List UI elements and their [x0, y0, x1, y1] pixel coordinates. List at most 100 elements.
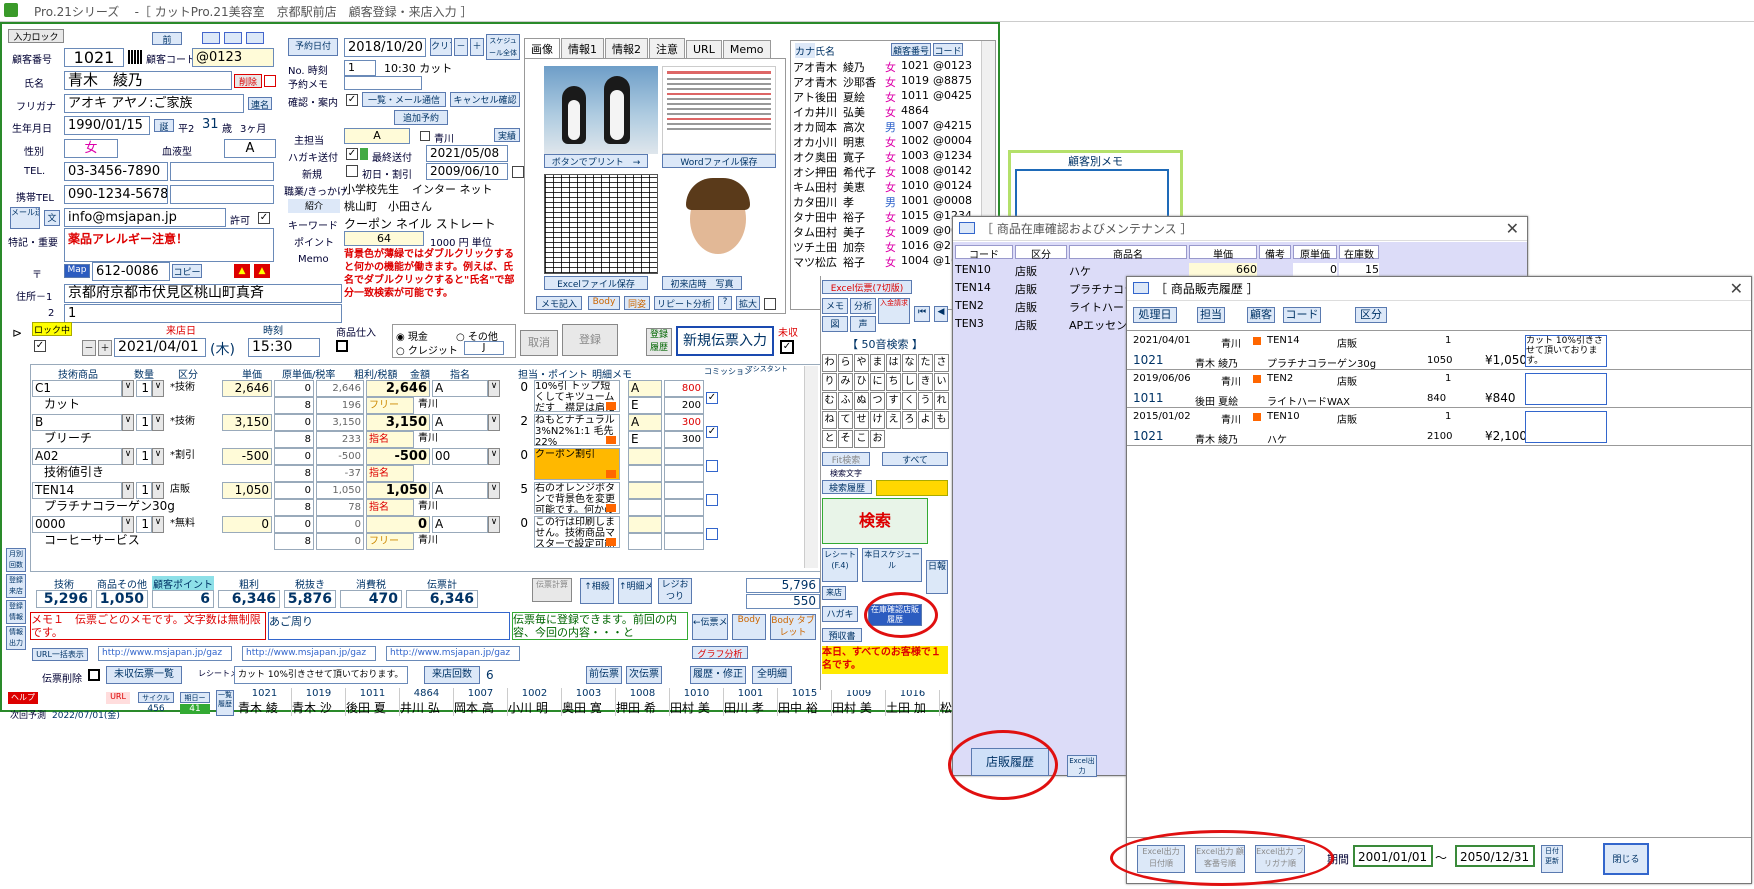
slip-staff[interactable]: 00 — [432, 448, 488, 465]
slip-tax[interactable]: 8 — [274, 533, 314, 550]
chevron-down-icon[interactable]: ∨ — [488, 448, 500, 465]
print-button[interactable]: ボタンでプリント → — [544, 154, 648, 168]
commission1-value[interactable]: 800 — [664, 380, 704, 397]
last-send-field[interactable]: 2021/05/08 — [426, 145, 508, 162]
slip-point[interactable]: 0 — [508, 448, 530, 465]
slip-shimei[interactable]: フリー — [366, 533, 414, 550]
chevron-down-icon[interactable]: ∨ — [488, 380, 500, 397]
chevron-down-icon[interactable]: ∨ — [488, 414, 500, 431]
first-photo-button[interactable]: 初来店時 写真 — [662, 276, 742, 290]
graph-button[interactable]: グラフ分析 — [692, 646, 748, 659]
kana-key[interactable]: せ — [854, 411, 869, 429]
trigger-select[interactable]: インター ネット — [412, 181, 512, 197]
kana-key[interactable]: よ — [918, 411, 933, 429]
register-change-button[interactable]: レジおつり — [658, 578, 692, 604]
goods-checkbox[interactable] — [336, 340, 348, 352]
row-checkbox[interactable]: ✓ — [706, 392, 718, 404]
unpaid-list-button[interactable]: 未収伝票一覧 — [106, 666, 182, 684]
calc-button[interactable]: 伝票計算 — [532, 578, 572, 602]
mail-permit-checkbox[interactable]: ✓ — [258, 212, 270, 224]
color-button[interactable] — [606, 504, 616, 512]
first-record-button[interactable]: ⏮ — [914, 306, 930, 322]
url-all-button[interactable]: URL一括表示 — [32, 648, 88, 661]
visits-button[interactable]: 来店回数 — [424, 666, 480, 684]
blood-select[interactable]: A — [224, 139, 276, 158]
receipt-button[interactable]: レシート(F.4) — [822, 548, 858, 582]
kana-key[interactable]: も — [934, 411, 949, 429]
sales-close-icon[interactable]: ✕ — [1730, 279, 1743, 298]
close-icon[interactable]: ✕ — [1506, 219, 1519, 238]
recent-customer[interactable]: 1011 後田 夏 — [346, 688, 400, 716]
customer-list-row[interactable]: イカ 井川 弘美 女 4864 — [793, 104, 981, 119]
job-select[interactable]: 小学校先生 — [344, 181, 404, 197]
recent-customer[interactable]: 1007 岡本 高 — [454, 688, 508, 716]
chevron-down-icon[interactable]: ∨ — [152, 448, 164, 465]
delete-checkbox[interactable] — [264, 75, 276, 87]
slip-staff[interactable]: A — [432, 482, 488, 499]
kana-key[interactable]: お — [870, 430, 885, 448]
slip-price[interactable]: 1,050 — [222, 482, 272, 499]
recent-customer[interactable]: 1019 青木 沙 — [292, 688, 346, 716]
commission2-value[interactable] — [664, 499, 704, 516]
sales-header[interactable]: コード — [1283, 307, 1321, 323]
slip-qty[interactable]: 1 — [136, 414, 152, 431]
zip-field[interactable]: 612-0086 — [92, 262, 170, 281]
date-minus[interactable]: － — [82, 340, 96, 356]
mobile-extra-field[interactable] — [170, 185, 274, 204]
list-header-code[interactable]: コード — [933, 43, 963, 56]
recent-customer[interactable]: 1008 押田 希 — [616, 688, 670, 716]
commission1[interactable]: A — [628, 380, 662, 397]
slip-shimei[interactable]: フリー — [366, 397, 414, 414]
url2-field[interactable]: http://www.msjapan.jp/gaz — [242, 646, 376, 661]
detail-memo-button[interactable]: ↑明細メモ — [618, 578, 652, 604]
commission2[interactable] — [628, 499, 662, 516]
slip-tax[interactable]: 8 — [274, 431, 314, 448]
kana-key[interactable]: ら — [838, 354, 853, 372]
slip-qty[interactable]: 1 — [136, 482, 152, 499]
tab-info1[interactable]: 情報1 — [561, 38, 604, 59]
minus-button[interactable]: － — [454, 38, 468, 56]
slip-code[interactable]: TEN14 — [32, 482, 122, 499]
memo2-field[interactable]: 背景色が薄緑ではダブルクリックすると何かの機能が働きます。例えば、氏名でダブルク… — [344, 248, 516, 310]
sales-header[interactable]: 担当 — [1197, 307, 1225, 323]
slip-shimei[interactable]: 指名 — [366, 465, 414, 482]
slip-staff[interactable]: A — [432, 516, 488, 533]
chevron-down-icon[interactable]: ∨ — [122, 448, 134, 465]
visitor-button[interactable]: 来店 — [822, 586, 846, 600]
slip-cost[interactable]: 0 — [274, 380, 314, 397]
kana-key[interactable]: り — [822, 373, 837, 391]
voice-button[interactable]: 声 — [850, 316, 876, 332]
slip-code[interactable]: C1 — [32, 380, 122, 397]
side-tab[interactable]: 登録来店 — [6, 574, 26, 598]
kana-key[interactable]: き — [918, 373, 933, 391]
slip-memo1[interactable]: メモ１ 伝票ごとのメモです。文字数は無制限です。 — [30, 612, 266, 640]
plus-button[interactable]: ＋ — [470, 38, 484, 56]
kana-key[interactable]: れ — [934, 392, 949, 410]
customer-list-row[interactable]: アト 後田 夏絵 女 1011 @0425 — [793, 89, 981, 104]
commission2-value[interactable] — [664, 533, 704, 550]
slip-code[interactable]: B — [32, 414, 122, 431]
slip-code[interactable]: A02 — [32, 448, 122, 465]
side-tab[interactable]: 登録情報 — [6, 600, 26, 624]
mail-field[interactable]: info@msjapan.jp — [64, 208, 226, 227]
slip-qty[interactable]: 1 — [136, 380, 152, 397]
commission1-value[interactable] — [664, 516, 704, 533]
search-history-button[interactable]: 検索履歴 — [822, 480, 872, 494]
customer-list-row[interactable]: オシ 押田 希代子女 1008 @0142 — [793, 164, 981, 179]
body-button-2[interactable]: Body — [732, 614, 766, 640]
kana-key[interactable]: つ — [870, 392, 885, 410]
cancel-confirm-button[interactable]: キャンセル確認 — [450, 92, 520, 107]
pull-button[interactable]: ↑相殺 — [580, 578, 614, 604]
recent-customer[interactable]: 1003 奥田 寛 — [562, 688, 616, 716]
staff2-checkbox[interactable] — [420, 131, 430, 141]
recent-customer[interactable]: 1009 田村 美 — [832, 688, 886, 716]
slip-price[interactable]: -500 — [222, 448, 272, 465]
slip-tax[interactable]: 8 — [274, 397, 314, 414]
body-tablet-button[interactable]: Body タブレット — [770, 614, 816, 640]
slip-price[interactable]: 3,150 — [222, 414, 272, 431]
kana-key[interactable]: は — [886, 354, 901, 372]
kana-key[interactable]: さ — [934, 354, 949, 372]
prev-record-button[interactable]: ◀ — [934, 306, 948, 322]
search-input[interactable] — [876, 480, 948, 496]
word-save-button[interactable]: Wordファイル保存 — [662, 154, 776, 168]
